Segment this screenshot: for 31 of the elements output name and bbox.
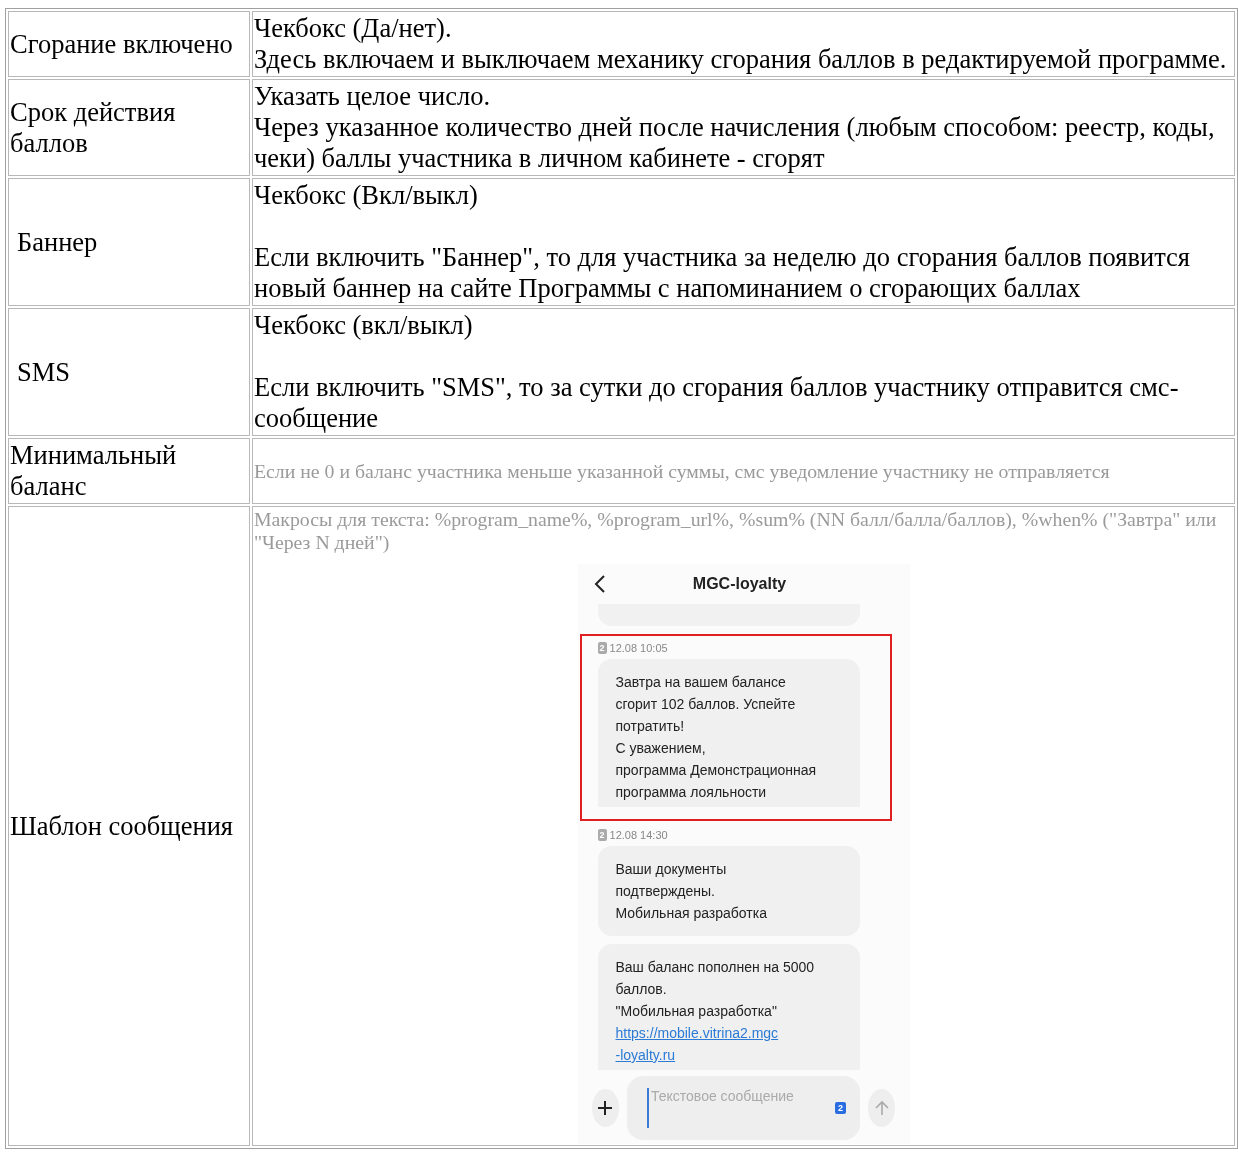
message-bubble: Завтра на вашем балансе сгорит 102 баллов. Успейте потратить! С уважением, программа Демонстрационная программа лояльности	[597, 659, 860, 807]
message-field[interactable]: Текстовое сообщение 2	[627, 1076, 860, 1140]
row-label: SMS	[16, 356, 72, 388]
row-label: Сгорание включено	[10, 28, 234, 60]
message-bubble: Ваш баланс пополнен на 5000 баллов. "Мобильная разработка" https://mobile.vitrina2.mgc -loyalty.ru	[597, 944, 860, 1070]
row-label: Шаблон сообщения	[10, 810, 235, 842]
description-text: Здесь включаем и выключаем механику сгорания баллов в редактируемой программе.	[254, 44, 1228, 75]
description-text: Указать целое число.	[254, 81, 491, 112]
hint-text: Если не 0 и баланс участника меньше указанной суммы, смс уведомление участнику не отправляется	[254, 459, 1111, 483]
description-text: Через указанное количество дней после начисления (любым способом: реестр, коды, чеки) баллы участника в личном кабинете - сгорят	[254, 112, 1216, 174]
sim-badge: 2	[597, 829, 607, 841]
sim-badge: 2	[835, 1102, 846, 1114]
message-link[interactable]: https://mobile.vitrina2.mgc	[615, 1022, 842, 1044]
row-label: Срок действия баллов	[10, 96, 177, 159]
description-text: Если включить "Баннер", то для участника за неделю до сгорания баллов появится новый баннер на сайте Программы с напоминанием о сгорающих баллах	[254, 242, 1192, 304]
plus-icon	[596, 1099, 615, 1117]
description-text: Чекбокс (вкл/выкл)	[254, 310, 474, 341]
back-icon[interactable]	[593, 575, 606, 593]
description-text: Если включить "SMS", то за сутки до сгорания баллов участнику отправится смс-сообщение	[254, 372, 1180, 434]
row-label: Баннер	[16, 226, 99, 258]
description-text: Чекбокс (Да/нет).	[254, 13, 453, 44]
row-label: Минимальный баланс	[10, 440, 178, 502]
message-time: 12.08 10:05	[609, 642, 668, 654]
message-link[interactable]: -loyalty.ru	[615, 1044, 842, 1066]
sim-badge: 2	[597, 642, 607, 654]
hint-text: Макросы для текста: %program_name%, %program_url%, %sum% (NN балл/балла/баллов), %when% ("Завтра" или "Через N дней")	[254, 508, 1218, 554]
message-bubble: Ваши документы подтверждены. Мобильная разработка	[597, 846, 860, 936]
description-text: Чекбокс (Вкл/выкл)	[254, 180, 479, 211]
add-button[interactable]	[591, 1089, 619, 1127]
chat-title: MGC-loyalty	[691, 575, 788, 593]
message-time: 12.08 14:30	[609, 829, 668, 841]
